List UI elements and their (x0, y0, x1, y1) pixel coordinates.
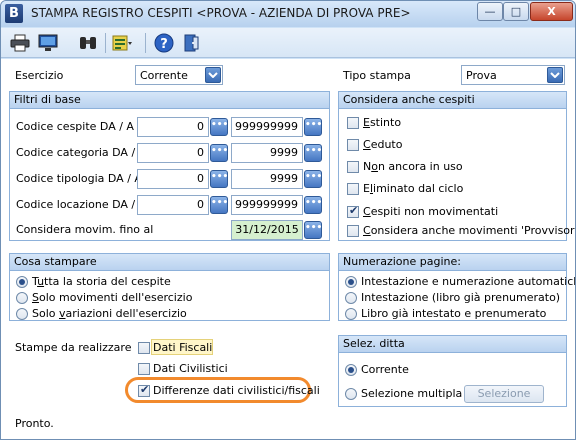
libro-prenumerato-radio[interactable] (345, 292, 357, 304)
tipo-stampa-label: Tipo stampa (343, 69, 411, 82)
movim-date-field[interactable]: 31/12/2015 (231, 220, 303, 240)
tipo-stampa-value: Prova (466, 69, 497, 82)
main-window: B STAMPA REGISTRO CESPITI <PROVA - AZIEN… (0, 0, 576, 440)
chevron-down-icon[interactable] (205, 67, 221, 83)
libro-intestato-radio[interactable] (345, 308, 357, 320)
lookup-button[interactable]: ••• (304, 196, 322, 214)
considera-group: Considera anche cespiti Estinto Ceduto N… (338, 91, 575, 241)
intestazione-automatica-label[interactable]: Intestazione e numerazione automatiche (361, 275, 575, 288)
toolbar: ? (1, 28, 575, 58)
window-title: STAMPA REGISTRO CESPITI <PROVA - AZIENDA… (31, 6, 411, 20)
stampe-label: Stampe da realizzare (15, 341, 132, 354)
maximize-button[interactable]: □ (503, 2, 529, 21)
toolbar-separator (105, 33, 106, 53)
lookup-button[interactable]: ••• (304, 144, 322, 162)
list-options-icon[interactable] (111, 32, 133, 54)
corrente-label[interactable]: Corrente (361, 363, 409, 376)
selez-ditta-group: Selez. ditta Corrente Selezione multipla… (338, 335, 567, 407)
date-lookup-button[interactable]: ••• (304, 221, 322, 239)
codice-tipologia-from-field[interactable]: 0 (137, 169, 209, 189)
libro-prenumerato-label[interactable]: Intestazione (libro già prenumerato) (361, 291, 560, 304)
status-text: Pronto. (15, 417, 54, 430)
lookup-button[interactable]: ••• (304, 118, 322, 136)
content-area: Esercizio Corrente Tipo stampa Prova Fil… (1, 59, 575, 439)
differenze-label[interactable]: Differenze dati civilistici/fiscali (153, 384, 320, 397)
title-bar: B STAMPA REGISTRO CESPITI <PROVA - AZIEN… (1, 1, 575, 27)
movimenti-provvisori-checkbox[interactable] (347, 225, 359, 237)
codice-locazione-to-field[interactable]: 999999999 (231, 195, 303, 215)
cespiti-non-movimentati-label[interactable]: Cespiti non movimentati (363, 205, 498, 218)
cosa-stampare-group: Cosa stampare Tutta la storia del cespit… (9, 253, 330, 321)
lookup-button[interactable]: ••• (210, 196, 228, 214)
svg-text:?: ? (160, 37, 168, 52)
dati-fiscali-label[interactable]: Dati Fiscali (153, 341, 212, 354)
intestazione-automatica-radio[interactable] (345, 276, 357, 288)
tipo-stampa-select[interactable]: Prova (461, 65, 565, 85)
considera-title: Considera anche cespiti (339, 92, 566, 109)
solo-movimenti-label[interactable]: Solo movimenti dell'esercizio (32, 291, 192, 304)
numerazione-title: Numerazione pagine: (339, 254, 566, 271)
tutta-storia-label[interactable]: Tutta la storia del cespite (32, 275, 171, 288)
solo-variazioni-label[interactable]: Solo variazioni dell'esercizio (32, 307, 187, 320)
corrente-radio[interactable] (345, 364, 357, 376)
selezione-multipla-label[interactable]: Selezione multipla (361, 387, 462, 400)
monitor-icon[interactable] (37, 32, 59, 54)
tutta-storia-radio[interactable] (16, 276, 28, 288)
cosa-stampare-title: Cosa stampare (10, 254, 329, 271)
selez-ditta-title: Selez. ditta (339, 336, 566, 353)
lookup-button[interactable]: ••• (210, 118, 228, 136)
esercizio-value: Corrente (140, 69, 188, 82)
libro-intestato-label[interactable]: Libro già intestato e prenumerato (361, 307, 546, 320)
dati-fiscali-checkbox[interactable] (138, 342, 150, 354)
minimize-button[interactable]: — (477, 2, 503, 21)
esercizio-select[interactable]: Corrente (135, 65, 223, 85)
codice-tipologia-label: Codice tipologia DA / A (16, 172, 142, 185)
considera-movim-label: Considera movim. fino al (16, 223, 154, 236)
close-button[interactable]: X (530, 2, 573, 21)
ceduto-checkbox[interactable] (347, 139, 359, 151)
non-ancora-in-uso-label[interactable]: Non ancora in uso (363, 160, 463, 173)
differenze-checkbox[interactable] (138, 383, 150, 397)
estinto-checkbox[interactable] (347, 117, 359, 129)
eliminato-dal-ciclo-checkbox[interactable] (347, 183, 359, 195)
non-ancora-in-uso-checkbox[interactable] (347, 161, 359, 173)
lookup-button[interactable]: ••• (304, 170, 322, 188)
estinto-label[interactable]: Estinto (363, 116, 401, 129)
selezione-button[interactable]: Selezione (464, 385, 544, 403)
filtri-title: Filtri di base (10, 92, 329, 109)
ceduto-label[interactable]: Ceduto (363, 138, 402, 151)
eliminato-dal-ciclo-label[interactable]: Eliminato dal ciclo (363, 182, 463, 195)
codice-cespite-label: Codice cespite DA / A (16, 120, 134, 133)
dati-civilistici-checkbox[interactable] (138, 363, 150, 375)
cespiti-non-movimentati-checkbox[interactable] (347, 204, 359, 218)
binoculars-icon[interactable] (77, 32, 99, 54)
codice-cespite-from-field[interactable]: 0 (137, 117, 209, 137)
movimenti-provvisori-label[interactable]: Considera anche movimenti 'Provvisori' (363, 224, 575, 237)
numerazione-group: Numerazione pagine: Intestazione e numer… (338, 253, 575, 321)
codice-tipologia-to-field[interactable]: 9999 (231, 169, 303, 189)
codice-categoria-label: Codice categoria DA / A (16, 146, 147, 159)
codice-locazione-from-field[interactable]: 0 (137, 195, 209, 215)
esercizio-label: Esercizio (15, 69, 64, 82)
chevron-down-icon[interactable] (547, 67, 563, 83)
codice-cespite-to-field[interactable]: 999999999 (231, 117, 303, 137)
exit-icon[interactable] (181, 32, 203, 54)
filtri-group: Filtri di base Codice cespite DA / A 0 •… (9, 91, 330, 241)
codice-locazione-label: Codice locazione DA / A (16, 198, 147, 211)
printer-icon[interactable] (9, 32, 31, 54)
lookup-button[interactable]: ••• (210, 144, 228, 162)
codice-categoria-from-field[interactable]: 0 (137, 143, 209, 163)
toolbar-separator (145, 33, 146, 53)
selezione-multipla-radio[interactable] (345, 388, 357, 400)
lookup-button[interactable]: ••• (210, 170, 228, 188)
codice-categoria-to-field[interactable]: 9999 (231, 143, 303, 163)
solo-variazioni-radio[interactable] (16, 308, 28, 320)
app-icon: B (5, 4, 23, 23)
help-icon[interactable]: ? (153, 32, 175, 54)
dati-civilistici-label[interactable]: Dati Civilistici (153, 362, 228, 375)
solo-movimenti-radio[interactable] (16, 292, 28, 304)
